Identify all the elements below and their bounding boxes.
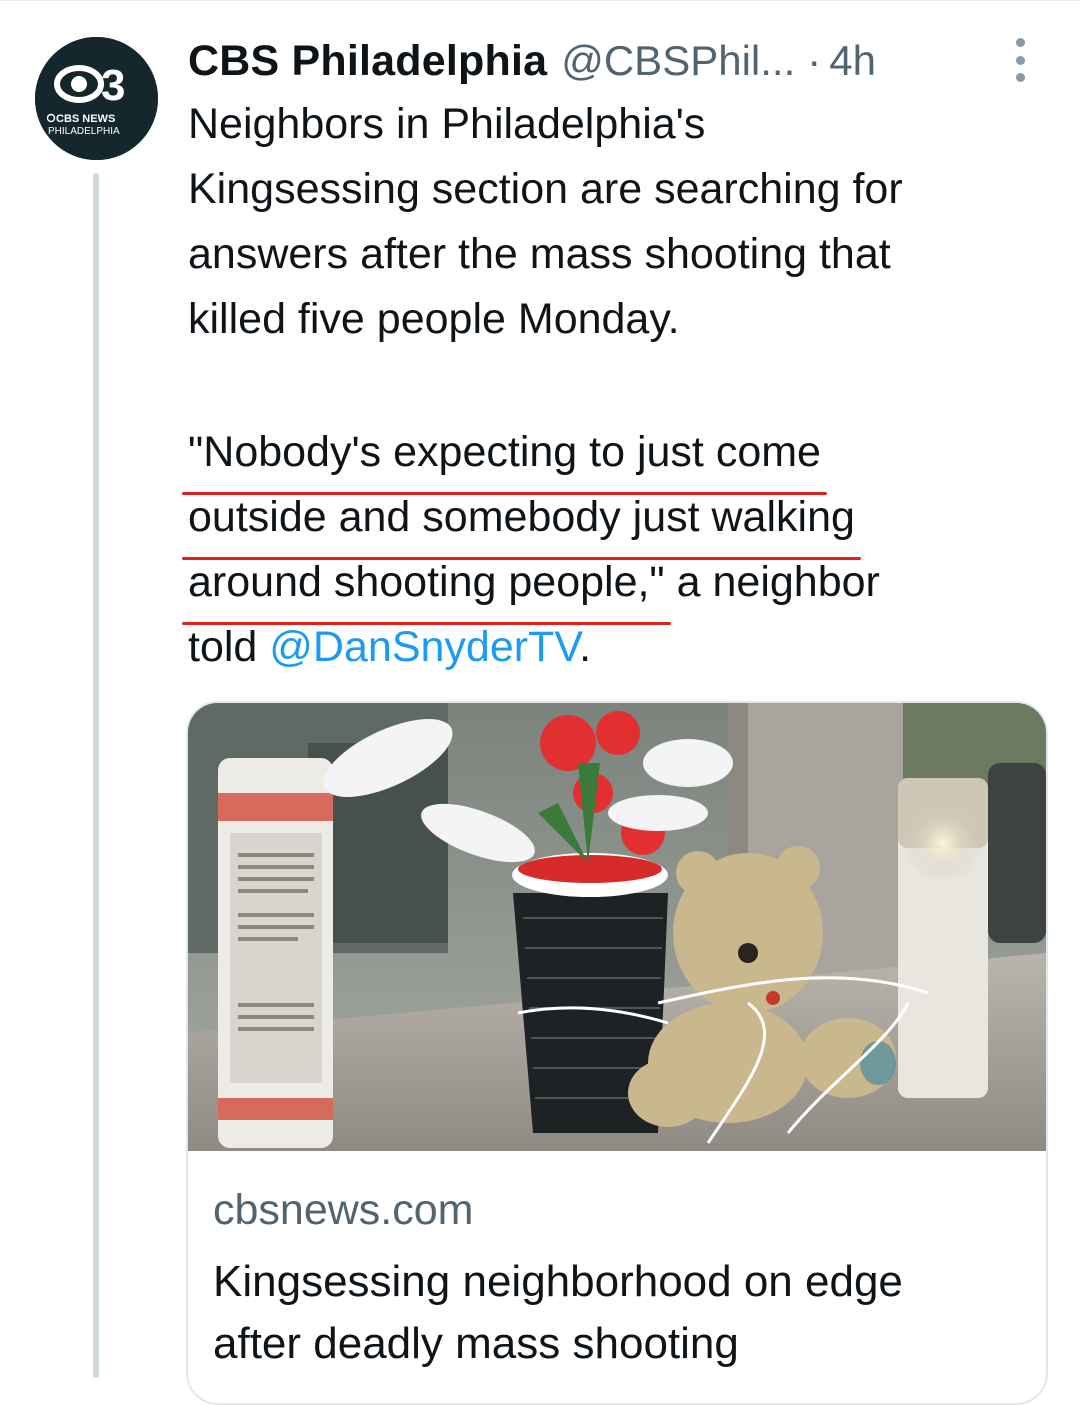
link-preview-card[interactable]: cbsnews.com Kingsessing neighborhood on …	[186, 701, 1048, 1405]
tweet-text-line: Neighbors in Philadelphia's	[188, 100, 706, 148]
mention-link[interactable]: @DanSnyderTV	[269, 623, 579, 671]
tweet-text-line: answers after the mass shooting that	[188, 230, 891, 278]
quote-line-underlined: around shooting people,"	[182, 550, 671, 625]
timestamp[interactable]: 4h	[829, 37, 876, 85]
quote-line: outside and somebody just walking	[182, 485, 1058, 560]
avatar-network: CBS NEWS	[56, 113, 115, 125]
quote-line-underlined: "Nobody's expecting to just come	[182, 420, 827, 495]
quote-line: told @DanSnyderTV.	[188, 615, 1058, 680]
tweet-text: Neighbors in Philadelphia's Kingsessing …	[188, 92, 1058, 352]
account-avatar[interactable]: 3 CBS NEWS PHILADELPHIA	[35, 37, 158, 160]
more-dot	[1015, 73, 1025, 82]
tweet-header: CBS Philadelphia @CBSPhil... · 4h	[188, 30, 1068, 92]
card-domain: cbsnews.com	[213, 1186, 474, 1234]
quote-line-rest: a neighbor	[664, 558, 880, 606]
avatar-city: PHILADELPHIA	[48, 126, 120, 137]
thread-line	[93, 173, 99, 1378]
memorial-photo	[188, 703, 1046, 1151]
cbs3-logo: 3 CBS NEWS PHILADELPHIA	[35, 37, 158, 160]
quote-line: around shooting people," a neighbor	[182, 550, 1058, 625]
card-title: Kingsessing neighborhood on edge after d…	[213, 1251, 1033, 1375]
display-name[interactable]: CBS Philadelphia	[188, 37, 547, 86]
header-separator: ·	[807, 37, 822, 84]
more-options-icon[interactable]	[1010, 38, 1030, 82]
card-image[interactable]	[188, 703, 1046, 1151]
quote-prefix: told	[188, 623, 270, 671]
top-divider	[0, 0, 1080, 1]
tweet-quote: "Nobody's expecting to just come outside…	[182, 420, 1058, 680]
quote-suffix: .	[579, 623, 592, 671]
quote-line-underlined: outside and somebody just walking	[182, 485, 861, 560]
tweet-text-line: Kingsessing section are searching for	[188, 165, 903, 213]
quote-line: "Nobody's expecting to just come	[182, 420, 1058, 495]
tweet-text-line: killed five people Monday.	[188, 295, 680, 343]
card-title-line: after deadly mass shooting	[213, 1319, 739, 1368]
card-title-line: Kingsessing neighborhood on edge	[213, 1257, 903, 1306]
account-handle[interactable]: @CBSPhil...	[561, 37, 795, 85]
avatar-number: 3	[101, 61, 125, 110]
more-dot	[1015, 55, 1025, 65]
more-dot	[1015, 38, 1025, 47]
